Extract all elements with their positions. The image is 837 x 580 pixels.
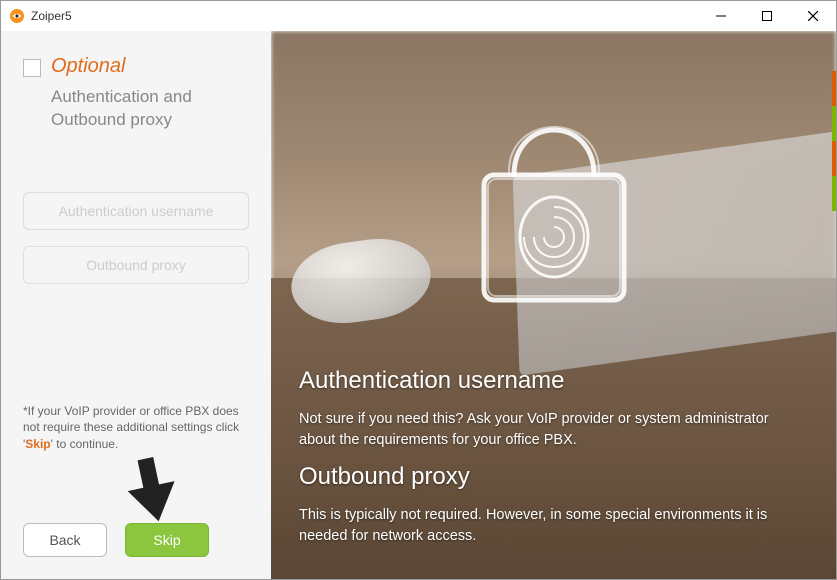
close-button[interactable] (790, 1, 836, 31)
content: Optional Authentication and Outbound pro… (1, 31, 836, 579)
left-panel: Optional Authentication and Outbound pro… (1, 31, 271, 579)
back-button[interactable]: Back (23, 523, 107, 557)
right-text: Authentication username Not sure if you … (299, 367, 808, 559)
auth-heading: Authentication username (299, 367, 808, 395)
optional-row: Optional (23, 55, 249, 78)
accent-strip (832, 71, 836, 211)
lock-icon (454, 75, 654, 320)
minimize-button[interactable] (698, 1, 744, 31)
input-group: Authentication username Outbound proxy (23, 192, 249, 284)
optional-checkbox[interactable] (23, 59, 41, 77)
helper-skip-word: Skip (25, 437, 50, 451)
app-window: Zoiper5 Optional Authentication and Outb… (0, 0, 837, 580)
titlebar: Zoiper5 (1, 1, 836, 31)
optional-subtitle: Authentication and Outbound proxy (51, 86, 249, 132)
maximize-button[interactable] (744, 1, 790, 31)
titlebar-left: Zoiper5 (9, 8, 72, 24)
proxy-heading: Outbound proxy (299, 463, 808, 491)
proxy-description: This is typically not required. However,… (299, 505, 808, 547)
auth-description: Not sure if you need this? Ask your VoIP… (299, 409, 808, 451)
optional-label: Optional (51, 55, 126, 78)
app-icon (9, 8, 25, 24)
arrow-icon (126, 456, 186, 531)
window-controls (698, 1, 836, 31)
auth-username-input[interactable]: Authentication username (23, 192, 249, 230)
right-panel: Authentication username Not sure if you … (271, 31, 836, 579)
helper-text: *If your VoIP provider or office PBX doe… (23, 403, 249, 453)
window-title: Zoiper5 (31, 9, 72, 23)
helper-after: ' to continue. (51, 437, 119, 451)
outbound-proxy-input[interactable]: Outbound proxy (23, 246, 249, 284)
